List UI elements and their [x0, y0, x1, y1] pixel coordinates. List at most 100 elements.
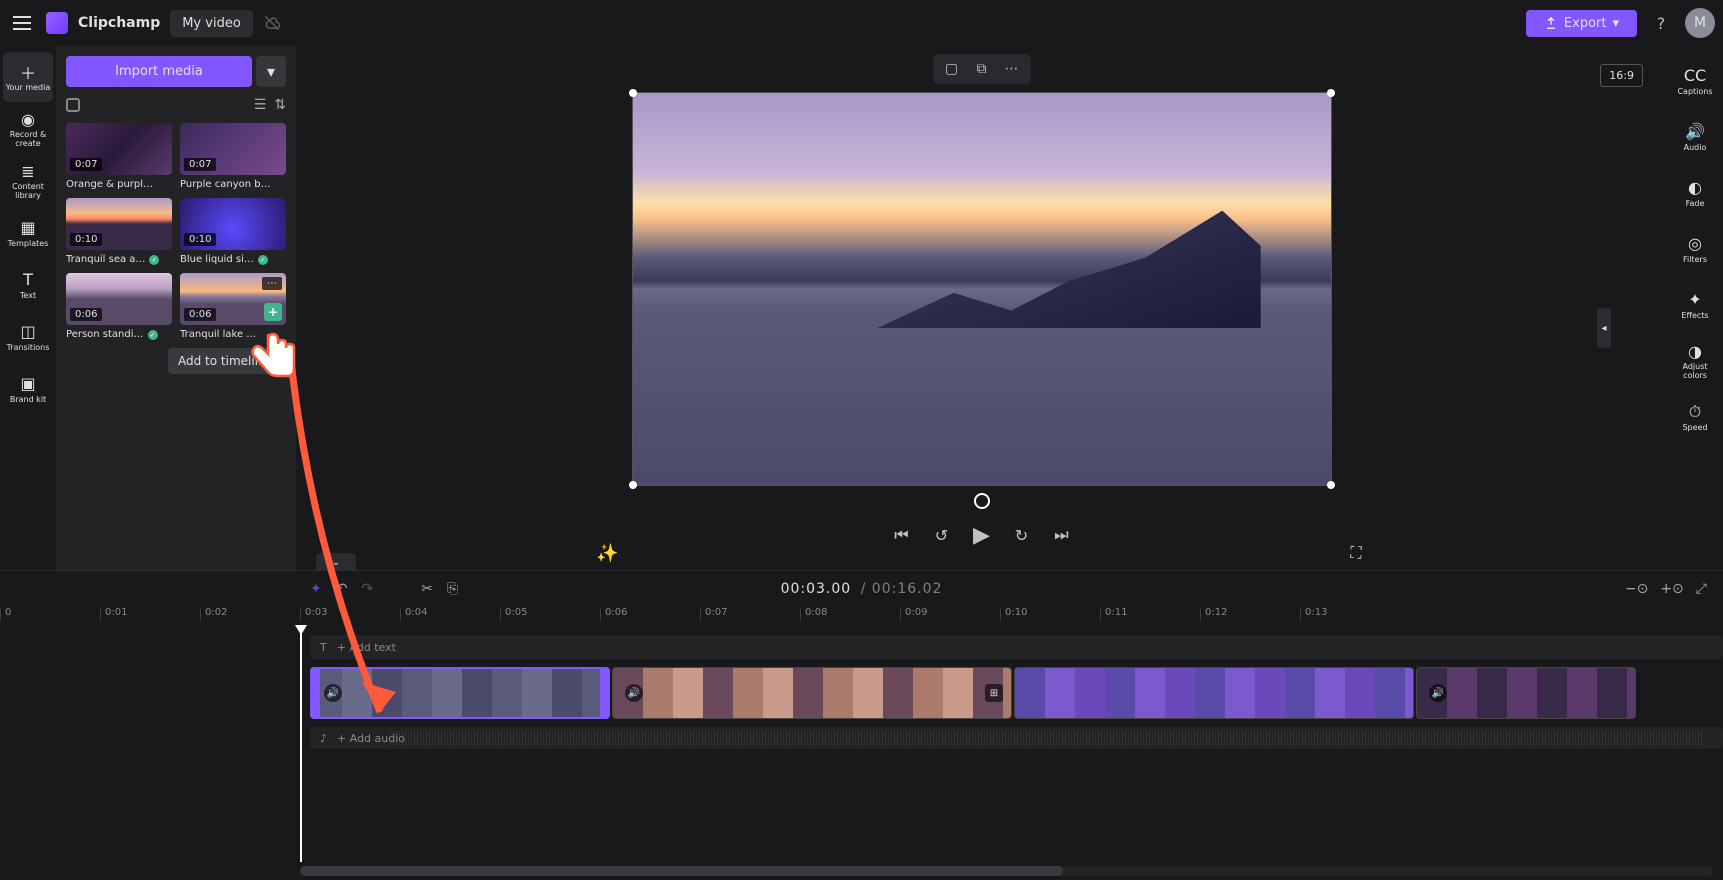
sidebar-item-text[interactable]: TText	[3, 260, 53, 310]
inspector-label: Captions	[1677, 88, 1712, 97]
next-frame-button[interactable]: ⏭	[1051, 524, 1073, 546]
ruler-tick: 0:10	[1000, 607, 1027, 621]
clip-audio-icon[interactable]: 🔊	[1429, 684, 1447, 702]
resize-handle-bl[interactable]	[629, 481, 637, 489]
sidebar-label: Record & create	[3, 131, 53, 149]
add-text-track-button[interactable]: T + Add text	[310, 635, 1723, 659]
preview-canvas[interactable]	[632, 92, 1332, 486]
sidebar-item-record[interactable]: ◉ Record & create	[3, 104, 53, 154]
inspector-label: Audio	[1684, 144, 1707, 153]
inspector-item-speed[interactable]: ⏱Speed	[1670, 392, 1720, 442]
media-thumb[interactable]: 0:10	[66, 198, 172, 250]
play-button[interactable]: ▶	[971, 524, 993, 546]
undo-button[interactable]: ↶	[336, 581, 348, 597]
inspector-item-adjust[interactable]: ◑Adjust colors	[1670, 336, 1720, 386]
media-thumb[interactable]: 0:06	[66, 273, 172, 325]
add-to-timeline-button[interactable]: +	[264, 303, 282, 321]
sidebar-item-brand[interactable]: ▣Brand kit	[3, 364, 53, 414]
export-button[interactable]: Export ▾	[1526, 10, 1637, 37]
media-more-icon[interactable]: ⋯	[262, 277, 282, 290]
filter-icon[interactable]: ☰	[254, 97, 267, 113]
inspector-item-audio[interactable]: 🔊Audio	[1670, 112, 1720, 162]
media-thumb[interactable]: 0:07	[180, 123, 286, 175]
project-name[interactable]: My video	[170, 10, 253, 37]
scrollbar-thumb[interactable]	[300, 866, 1063, 876]
timeline-scrollbar[interactable]	[300, 866, 1713, 876]
clip-audio-icon[interactable]: 🔊	[625, 684, 643, 702]
media-item[interactable]: 0:07Purple canyon b…	[180, 123, 286, 190]
ruler-tick: 0:12	[1200, 607, 1227, 621]
media-thumb[interactable]: 0:07	[66, 123, 172, 175]
prev-frame-button[interactable]: ⏮	[891, 524, 913, 546]
media-duration: 0:10	[184, 233, 216, 246]
media-thumb[interactable]: 0:06⋯+	[180, 273, 286, 325]
used-check-icon: ✓	[148, 330, 158, 340]
redo-button[interactable]: ↷	[361, 581, 373, 597]
zoom-out-button[interactable]: −⊙	[1625, 581, 1648, 597]
timeline-clip-blue-liquid[interactable]	[1014, 667, 1414, 719]
sidebar-item-transitions[interactable]: ◫Transitions	[3, 312, 53, 362]
crop-icon[interactable]: ▢	[943, 60, 961, 78]
fullscreen-icon[interactable]: ⛶	[1345, 542, 1367, 564]
timeline-clip-lake[interactable]: 🔊	[310, 667, 610, 719]
media-thumb[interactable]: 0:10	[180, 198, 286, 250]
clip-effect-icon[interactable]: ⊞	[985, 684, 1003, 702]
media-item[interactable]: 0:07Orange & purpl…	[66, 123, 172, 190]
timeline-clip-sea[interactable]: 🔊 ⊞	[612, 667, 1012, 719]
playhead[interactable]	[300, 627, 302, 862]
transitions-icon: ◫	[18, 322, 38, 342]
used-check-icon: ✓	[149, 255, 159, 265]
templates-icon: ▦	[18, 218, 38, 238]
ruler-tick: 0:02	[200, 607, 227, 621]
media-item[interactable]: 0:06 Person standi… ✓	[66, 273, 172, 340]
zoom-in-button[interactable]: +⊙	[1660, 581, 1683, 597]
forward-button[interactable]: ↻	[1011, 524, 1033, 546]
resize-handle-tr[interactable]	[1327, 89, 1335, 97]
timeline-collapse-tab[interactable]: ⌄	[316, 553, 356, 571]
record-icon: ◉	[18, 109, 38, 129]
copy-button[interactable]: ⎘	[447, 581, 458, 597]
media-label: Tranquil sea a…	[66, 254, 145, 265]
help-button[interactable]: ?	[1647, 9, 1675, 37]
clip-trim-left[interactable]	[312, 669, 320, 717]
media-item[interactable]: 0:10 Tranquil sea a… ✓	[66, 198, 172, 265]
media-item[interactable]: 0:06⋯+Tranquil lake …	[180, 273, 286, 340]
inspector-item-filters[interactable]: ◎Filters	[1670, 224, 1720, 274]
add-audio-track-button[interactable]: ♪ + Add audio	[310, 727, 1723, 749]
sidebar-item-library[interactable]: ≣Content library	[3, 156, 53, 206]
inspector-item-fade[interactable]: ◐Fade	[1670, 168, 1720, 218]
resize-handle-tl[interactable]	[629, 89, 637, 97]
effects-icon: ✦	[1685, 290, 1705, 310]
split-button[interactable]: ✂	[421, 581, 433, 597]
avatar[interactable]: M	[1685, 8, 1715, 38]
clip-audio-icon[interactable]: 🔊	[324, 684, 342, 702]
clip-trim-right[interactable]	[600, 669, 608, 717]
add-clip-icon[interactable]: ✦	[310, 581, 322, 597]
more-icon[interactable]: ⋯	[1003, 60, 1021, 78]
ruler-tick: 0:01	[100, 607, 127, 621]
rewind-button[interactable]: ↺	[931, 524, 953, 546]
timeline-clip-canyon[interactable]: 🔊	[1416, 667, 1636, 719]
brand-icon: ▣	[18, 374, 38, 394]
ruler-tick: 0:05	[500, 607, 527, 621]
import-dropdown-button[interactable]: ▾	[256, 56, 286, 87]
aspect-ratio-badge[interactable]: 16:9	[1600, 64, 1643, 87]
cc-icon: CC	[1685, 66, 1705, 86]
menu-button[interactable]	[8, 9, 36, 37]
inspector-item-cc[interactable]: CC Captions	[1670, 56, 1720, 106]
media-label: Person standi…	[66, 329, 144, 340]
sort-icon[interactable]: ⇅	[274, 97, 286, 113]
sync-off-icon	[263, 14, 281, 32]
sidebar-item-plus[interactable]: ＋Your media	[3, 52, 53, 102]
select-all-checkbox[interactable]	[66, 98, 80, 112]
sidebar-item-templates[interactable]: ▦Templates	[3, 208, 53, 258]
media-item[interactable]: 0:10Blue liquid si…✓	[180, 198, 286, 265]
zoom-fit-button[interactable]: ⤢	[1696, 581, 1707, 597]
ai-sparkle-icon[interactable]: ✨	[596, 543, 618, 564]
import-media-button[interactable]: Import media	[66, 56, 252, 87]
right-panel-collapse[interactable]: ◂	[1597, 308, 1611, 348]
rotate-handle[interactable]	[974, 493, 990, 509]
pip-icon[interactable]: ⧉	[973, 60, 991, 78]
inspector-item-effects[interactable]: ✦Effects	[1670, 280, 1720, 330]
resize-handle-br[interactable]	[1327, 481, 1335, 489]
